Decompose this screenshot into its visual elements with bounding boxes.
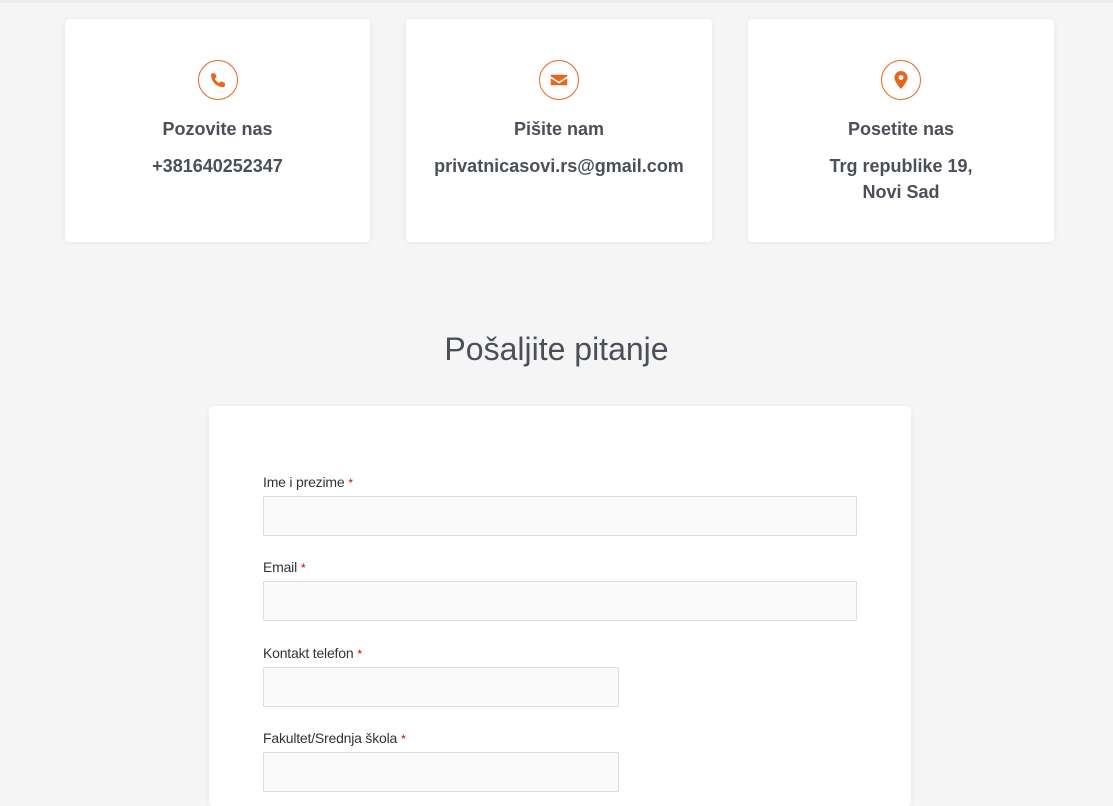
contact-card-address: Posetite nas Trg republike 19, Novi Sad [748, 19, 1054, 242]
map-marker-icon [881, 60, 921, 100]
contact-card-email: Pišite nam privatnicasovi.rs@gmail.com [406, 19, 712, 242]
required-marker: * [401, 732, 406, 746]
phone-icon [197, 60, 238, 100]
contact-address: Trg republike 19, Novi Sad [748, 153, 1054, 205]
label-text: Kontakt telefon [263, 645, 354, 661]
label-text: Email [263, 559, 298, 575]
contact-card-line: Novi Sad [862, 182, 940, 202]
field-label-email: Email * [263, 559, 306, 576]
field-label-full-name: Ime i prezime * [263, 474, 353, 491]
required-marker: * [357, 647, 362, 661]
contact-card-line[interactable]: privatnicasovi.rs@gmail.com [406, 153, 712, 179]
contact-phone-number[interactable]: +381640252347 [65, 153, 370, 179]
label-text: Ime i prezime [263, 474, 345, 490]
field-label-phone: Kontakt telefon * [263, 645, 362, 662]
contact-card-title: Pišite nam [513, 119, 605, 139]
contact-card-phone: Pozovite nas +381640252347 [65, 19, 370, 242]
full-name-input[interactable] [263, 496, 857, 536]
form-section-title: Pošaljite pitanje [444, 331, 669, 367]
contact-email-address[interactable]: privatnicasovi.rs@gmail.com [406, 153, 712, 179]
label-text: Fakultet/Srednja škola [263, 730, 398, 746]
contact-card-title: Posetite nas [847, 119, 955, 139]
question-form: Ime i prezime * Email * Kontakt telefon * F… [209, 406, 911, 806]
contact-cards: Pozovite nas +381640252347 Pišite nam pr… [0, 19, 1113, 242]
required-marker: * [348, 476, 353, 490]
email-input[interactable] [263, 581, 857, 621]
contact-card-title: Pozovite nas [162, 119, 273, 139]
required-marker: * [301, 561, 306, 575]
envelope-icon [539, 60, 579, 100]
contact-card-line: Trg republike 19, [829, 156, 973, 176]
contact-card-line[interactable]: +381640252347 [65, 153, 370, 179]
phone-input[interactable] [263, 667, 619, 707]
school-input[interactable] [263, 752, 619, 792]
header-bottom-edge [0, 0, 1113, 3]
field-label-school: Fakultet/Srednja škola * [263, 730, 406, 747]
